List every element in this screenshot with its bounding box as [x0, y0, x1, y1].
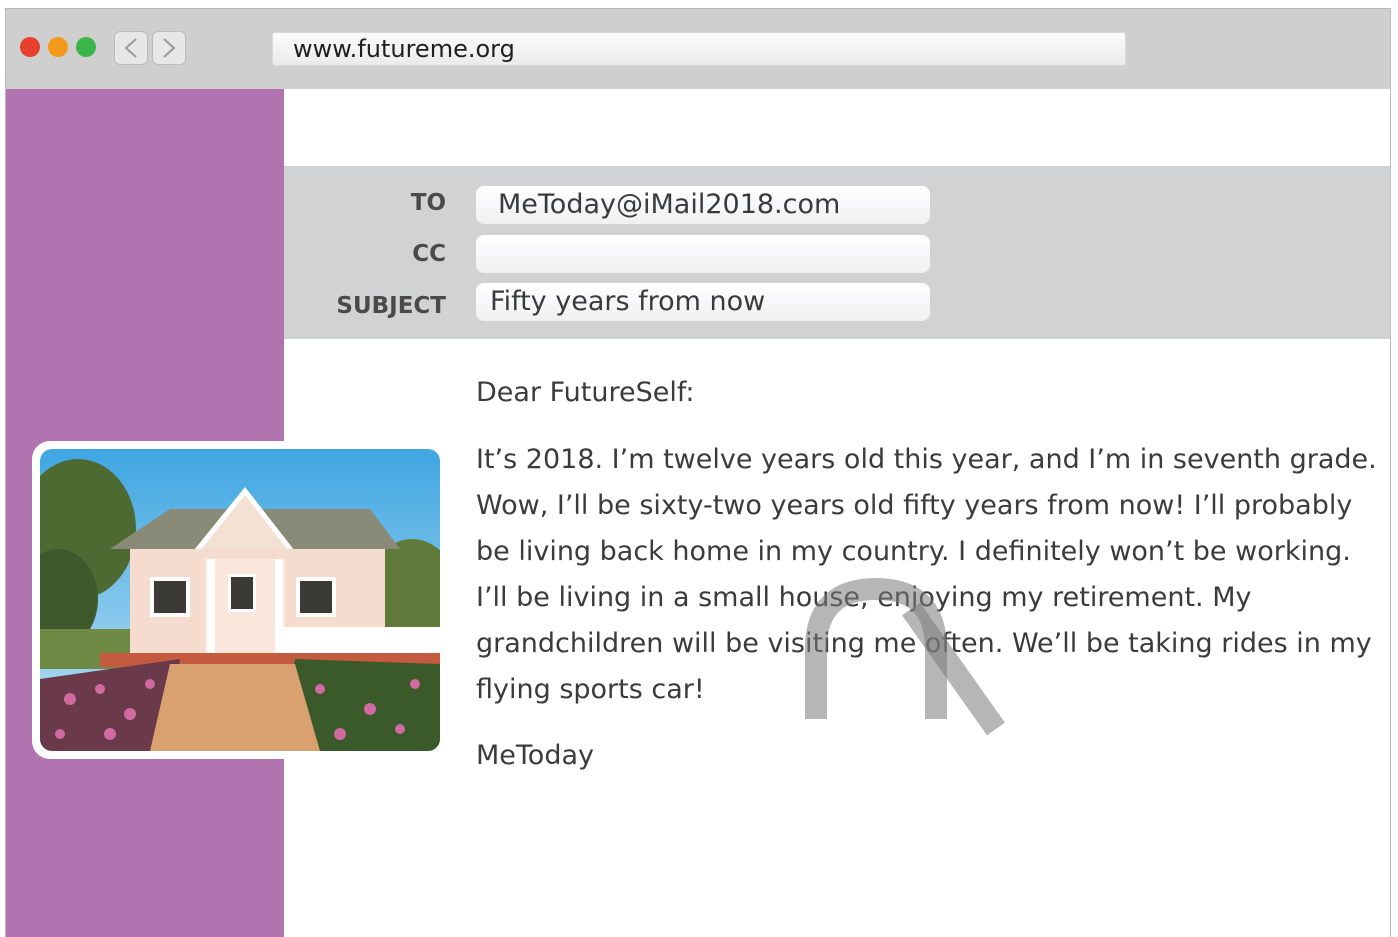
- house-photo: [40, 449, 440, 751]
- browser-title-bar: www.futureme.org: [6, 9, 1390, 89]
- forward-arrow-icon: [163, 38, 176, 58]
- cc-field[interactable]: [476, 235, 930, 273]
- address-bar[interactable]: www.futureme.org: [272, 32, 1126, 66]
- cc-label: CC: [412, 241, 446, 267]
- close-window-button[interactable]: [20, 37, 40, 57]
- subject-field[interactable]: Fifty years from now: [476, 283, 930, 321]
- forward-button[interactable]: [152, 31, 186, 65]
- email-greeting: Dear FutureSelf:: [476, 377, 695, 408]
- browser-window: www.futureme.org TO MeToday@iMail2018.co…: [5, 8, 1391, 937]
- photo-frame: [32, 441, 448, 759]
- to-label: TO: [410, 190, 446, 216]
- subject-label: SUBJECT: [336, 293, 446, 319]
- to-field[interactable]: MeToday@iMail2018.com: [476, 186, 930, 224]
- email-body[interactable]: It’s 2018. I’m twelve years old this yea…: [476, 437, 1386, 713]
- minimize-window-button[interactable]: [48, 37, 68, 57]
- back-button[interactable]: [114, 31, 148, 65]
- zoom-window-button[interactable]: [76, 37, 96, 57]
- email-signature: MeToday: [476, 740, 594, 771]
- back-arrow-icon: [124, 38, 137, 58]
